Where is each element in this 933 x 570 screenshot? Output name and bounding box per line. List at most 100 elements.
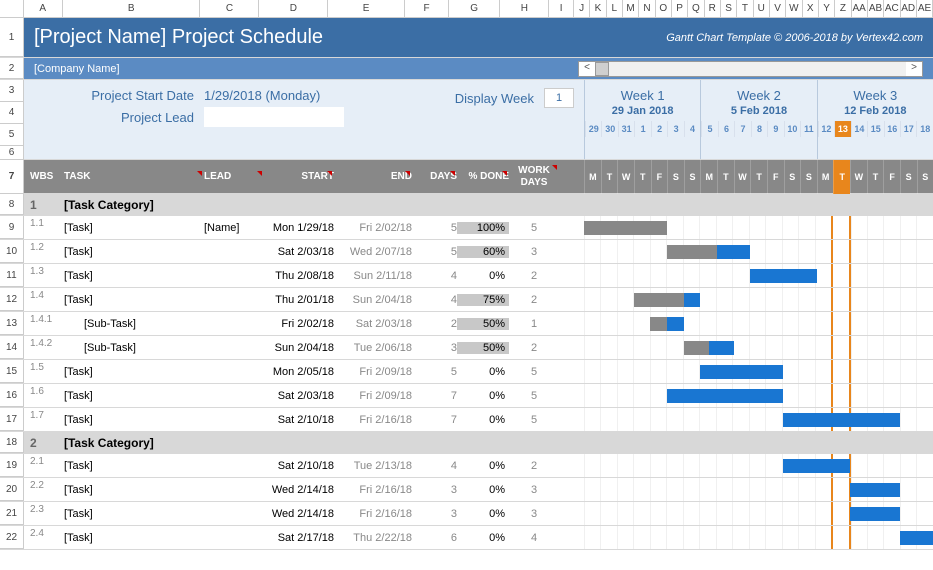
scroll-right-icon[interactable]: > xyxy=(906,62,922,76)
week-scroll[interactable]: < > xyxy=(578,61,923,77)
start-cell[interactable]: Wed 2/14/18 xyxy=(264,484,334,496)
company-name[interactable]: [Company Name] xyxy=(34,63,120,75)
work-days-cell[interactable]: 5 xyxy=(509,414,559,426)
start-date-value[interactable]: 1/29/2018 (Monday) xyxy=(204,88,320,103)
pct-done-cell[interactable]: 0% xyxy=(457,460,509,472)
col-header-K[interactable]: K xyxy=(590,0,606,17)
task-row[interactable]: 111.3[Task]Thu 2/08/18Sun 2/11/1840%2 xyxy=(0,264,933,288)
start-cell[interactable]: Mon 2/05/18 xyxy=(264,366,334,378)
wbs-cell[interactable]: 1.6 xyxy=(24,384,64,397)
col-header-Z[interactable]: Z xyxy=(835,0,851,17)
start-cell[interactable]: Sat 2/03/18 xyxy=(264,390,334,402)
work-days-cell[interactable]: 5 xyxy=(509,390,559,402)
comment-icon[interactable] xyxy=(405,171,410,176)
days-cell[interactable]: 4 xyxy=(412,294,457,306)
days-cell[interactable]: 2 xyxy=(412,318,457,330)
comment-icon[interactable] xyxy=(327,171,332,176)
col-header-B[interactable]: B xyxy=(63,0,201,17)
start-cell[interactable]: Thu 2/01/18 xyxy=(264,294,334,306)
category-name[interactable]: [Task Category] xyxy=(64,198,154,212)
col-header-O[interactable]: O xyxy=(656,0,672,17)
col-header-AE[interactable]: AE xyxy=(917,0,933,17)
task-row[interactable]: 121.4[Task]Thu 2/01/18Sun 2/04/18475%2 xyxy=(0,288,933,312)
wbs-cell[interactable]: 1.4 xyxy=(24,288,64,301)
pct-done-cell[interactable]: 0% xyxy=(457,414,509,426)
col-header-N[interactable]: N xyxy=(639,0,655,17)
wbs-cell[interactable]: 1.1 xyxy=(24,216,64,229)
task-row[interactable]: 222.4[Task]Sat 2/17/18Thu 2/22/1860%4 xyxy=(0,526,933,550)
col-header-T[interactable]: T xyxy=(737,0,753,17)
task-row[interactable]: 202.2[Task]Wed 2/14/18Fri 2/16/1830%3 xyxy=(0,478,933,502)
start-cell[interactable]: Sun 2/04/18 xyxy=(264,342,334,354)
end-cell[interactable]: Tue 2/06/18 xyxy=(334,342,412,354)
days-cell[interactable]: 7 xyxy=(412,414,457,426)
category-name[interactable]: [Task Category] xyxy=(64,436,154,450)
start-cell[interactable]: Sat 2/17/18 xyxy=(264,532,334,544)
pct-done-cell[interactable]: 50% xyxy=(457,342,509,354)
comment-icon[interactable] xyxy=(257,171,262,176)
task-row[interactable]: 131.4.1[Sub-Task]Fri 2/02/18Sat 2/03/182… xyxy=(0,312,933,336)
col-header-D[interactable]: D xyxy=(259,0,328,17)
wbs-cell[interactable]: 2.3 xyxy=(24,502,64,515)
scroll-left-icon[interactable]: < xyxy=(579,62,595,76)
project-lead-input[interactable] xyxy=(204,107,344,127)
work-days-cell[interactable]: 3 xyxy=(509,246,559,258)
days-cell[interactable]: 7 xyxy=(412,390,457,402)
pct-done-cell[interactable]: 0% xyxy=(457,390,509,402)
end-cell[interactable]: Fri 2/09/18 xyxy=(334,366,412,378)
wbs-cell[interactable]: 2.1 xyxy=(24,454,64,467)
wbs-cell[interactable]: 1.7 xyxy=(24,408,64,421)
end-cell[interactable]: Thu 2/22/18 xyxy=(334,532,412,544)
work-days-cell[interactable]: 3 xyxy=(509,484,559,496)
comment-icon[interactable] xyxy=(552,165,557,170)
task-name-cell[interactable]: [Task] xyxy=(64,460,204,472)
days-cell[interactable]: 6 xyxy=(412,532,457,544)
col-header-H[interactable]: H xyxy=(500,0,549,17)
col-header-A[interactable]: A xyxy=(24,0,63,17)
comment-icon[interactable] xyxy=(502,171,507,176)
task-name-cell[interactable]: [Task] xyxy=(64,414,204,426)
task-name-cell[interactable]: [Task] xyxy=(64,508,204,520)
work-days-cell[interactable]: 4 xyxy=(509,532,559,544)
col-header-S[interactable]: S xyxy=(721,0,737,17)
pct-done-cell[interactable]: 0% xyxy=(457,484,509,496)
wbs-cell[interactable]: 1.4.2 xyxy=(24,336,64,349)
days-cell[interactable]: 3 xyxy=(412,508,457,520)
end-cell[interactable]: Sun 2/04/18 xyxy=(334,294,412,306)
days-cell[interactable]: 4 xyxy=(412,460,457,472)
task-row[interactable]: 151.5[Task]Mon 2/05/18Fri 2/09/1850%5 xyxy=(0,360,933,384)
comment-icon[interactable] xyxy=(197,171,202,176)
pct-done-cell[interactable]: 0% xyxy=(457,366,509,378)
col-header-X[interactable]: X xyxy=(803,0,819,17)
wbs-cell[interactable]: 1.5 xyxy=(24,360,64,373)
wbs-cell[interactable]: 1.3 xyxy=(24,264,64,277)
task-name-cell[interactable]: [Task] xyxy=(64,390,204,402)
days-cell[interactable]: 4 xyxy=(412,270,457,282)
task-row[interactable]: 212.3[Task]Wed 2/14/18Fri 2/16/1830%3 xyxy=(0,502,933,526)
pct-done-cell[interactable]: 50% xyxy=(457,318,509,330)
task-row[interactable]: 171.7[Task]Sat 2/10/18Fri 2/16/1870%5 xyxy=(0,408,933,432)
task-name-cell[interactable]: [Sub-Task] xyxy=(64,342,204,354)
end-cell[interactable]: Tue 2/13/18 xyxy=(334,460,412,472)
col-header-C[interactable]: C xyxy=(200,0,259,17)
work-days-cell[interactable]: 1 xyxy=(509,318,559,330)
display-week-value[interactable]: 1 xyxy=(544,88,574,108)
days-cell[interactable]: 5 xyxy=(412,366,457,378)
task-name-cell[interactable]: [Task] xyxy=(64,270,204,282)
start-cell[interactable]: Fri 2/02/18 xyxy=(264,318,334,330)
end-cell[interactable]: Fri 2/02/18 xyxy=(334,222,412,234)
start-cell[interactable]: Sat 2/03/18 xyxy=(264,246,334,258)
category-row[interactable]: 81[Task Category] xyxy=(0,194,933,216)
start-cell[interactable]: Thu 2/08/18 xyxy=(264,270,334,282)
task-name-cell[interactable]: [Task] xyxy=(64,484,204,496)
work-days-cell[interactable]: 3 xyxy=(509,508,559,520)
col-header-P[interactable]: P xyxy=(672,0,688,17)
end-cell[interactable]: Sat 2/03/18 xyxy=(334,318,412,330)
wbs-cell[interactable]: 1 xyxy=(24,198,64,212)
col-header-L[interactable]: L xyxy=(607,0,623,17)
work-days-cell[interactable]: 2 xyxy=(509,460,559,472)
task-name-cell[interactable]: [Task] xyxy=(64,294,204,306)
end-cell[interactable]: Fri 2/16/18 xyxy=(334,508,412,520)
days-cell[interactable]: 3 xyxy=(412,484,457,496)
days-cell[interactable]: 5 xyxy=(412,246,457,258)
